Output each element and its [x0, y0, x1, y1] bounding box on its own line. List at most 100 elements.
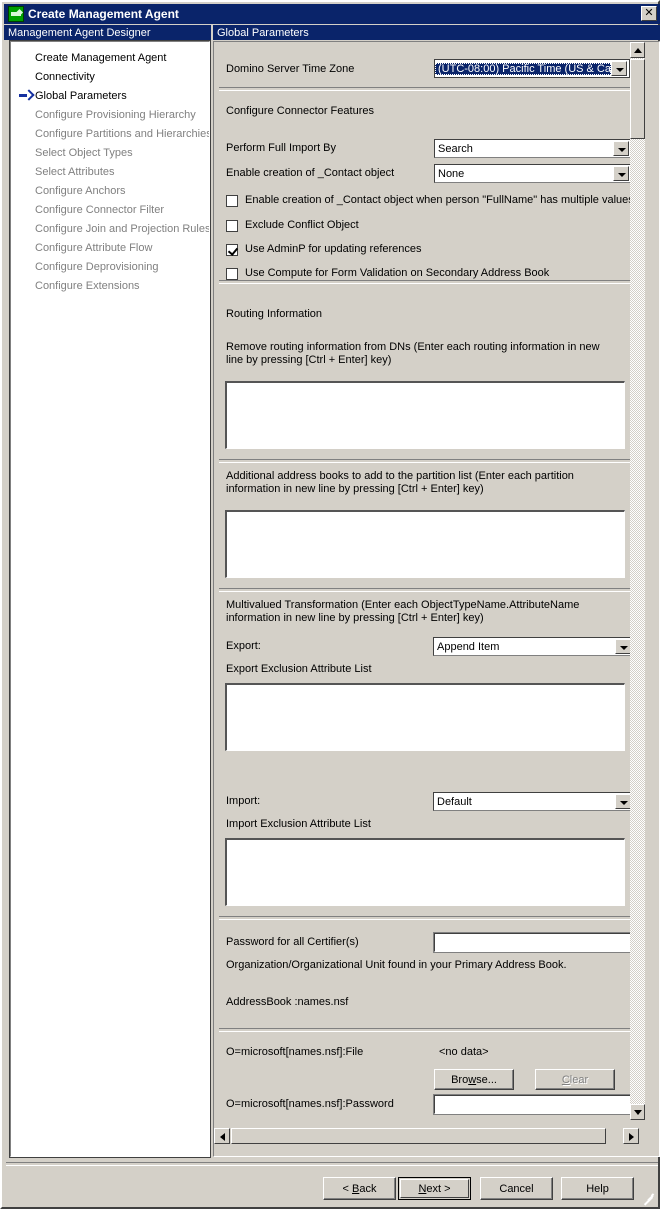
next-button[interactable]: Next > [398, 1177, 471, 1200]
title-bar: Create Management Agent ✕ [4, 4, 660, 24]
import-exclusion-textarea[interactable] [225, 838, 625, 906]
scroll-left-button[interactable] [214, 1128, 230, 1144]
export-value: Append Item [437, 640, 500, 653]
sidebar-item-label: Select Attributes [35, 165, 115, 178]
sidebar-item-label: Configure Connector Filter [35, 203, 165, 216]
sidebar-item-configure-connector-filter: Configure Connector Filter [11, 200, 209, 219]
addressbook-line: AddressBook :names.nsf [226, 996, 349, 1008]
certifier-password-input[interactable] [433, 932, 633, 953]
certifier-file-password-input[interactable] [433, 1094, 633, 1115]
chevron-down-icon[interactable] [615, 794, 631, 809]
sidebar-item-label: Select Object Types [35, 146, 133, 159]
right-pane-header: Global Parameters [213, 25, 660, 40]
divider [219, 459, 633, 463]
current-step-arrow-icon [19, 90, 35, 101]
sidebar-item-configure-partitions-and-hierarchies: Configure Partitions and Hierarchies [11, 124, 209, 143]
sidebar-item-configure-provisioning-hierarchy: Configure Provisioning Hierarchy [11, 105, 209, 124]
button-label: Help [586, 1182, 609, 1195]
checkbox-unchecked-icon[interactable] [226, 268, 238, 280]
checkbox-row[interactable]: Enable creation of _Contact object when … [226, 194, 634, 207]
sidebar-item-configure-anchors: Configure Anchors [11, 181, 209, 200]
sidebar-item-label: Configure Partitions and Hierarchies [35, 127, 210, 140]
sidebar-item-configure-extensions: Configure Extensions [11, 276, 209, 295]
divider [219, 87, 633, 91]
checkbox-row[interactable]: Use Compute for Form Validation on Secon… [226, 267, 549, 280]
additional-books-textarea[interactable] [225, 510, 625, 578]
scroll-right-button[interactable] [623, 1128, 639, 1144]
export-exclusion-label: Export Exclusion Attribute List [226, 663, 372, 675]
checkbox-unchecked-icon[interactable] [226, 220, 238, 232]
close-icon[interactable]: ✕ [641, 6, 657, 21]
button-label: Next > [418, 1182, 451, 1195]
sidebar-item-label: Connectivity [35, 70, 95, 83]
chevron-down-icon[interactable] [613, 141, 629, 156]
export-label: Export: [226, 640, 261, 652]
footer-divider [6, 1162, 658, 1166]
import-label: Import: [226, 795, 261, 807]
checkbox-checked-icon[interactable] [226, 244, 238, 256]
dialog-window: Create Management Agent ✕ Management Age… [0, 0, 660, 1209]
sidebar-item-select-attributes: Select Attributes [11, 162, 209, 181]
certifier-file-label: O=microsoft[names.nsf]:File [226, 1046, 364, 1058]
sidebar-item-label: Configure Extensions [35, 279, 140, 292]
chevron-down-icon[interactable] [615, 639, 631, 654]
default-button-inner: Next > [400, 1179, 469, 1198]
import-combo[interactable]: Default [433, 792, 634, 811]
chevron-down-icon[interactable] [613, 166, 629, 181]
hscroll-thumb[interactable] [231, 1128, 606, 1144]
divider [219, 280, 633, 284]
scroll-up-button[interactable] [630, 42, 645, 58]
sidebar-item-label: Configure Deprovisioning [35, 260, 159, 273]
certifier-file-value: <no data> [439, 1046, 489, 1058]
vscroll-track[interactable] [630, 58, 645, 1120]
sidebar-item-label: Create Management Agent [35, 51, 167, 64]
triangle-left-icon [220, 1133, 225, 1141]
remove-routing-textarea[interactable] [225, 381, 625, 449]
checkbox-row[interactable]: Use AdminP for updating references [226, 243, 422, 256]
window-title: Create Management Agent [28, 7, 179, 21]
help-button[interactable]: Help [561, 1177, 634, 1200]
timezone-value: (UTC-08:00) Pacific Time (US & Canada) [435, 62, 611, 75]
triangle-down-icon [634, 1110, 642, 1115]
timezone-combo[interactable]: (UTC-08:00) Pacific Time (US & Canada) [434, 59, 630, 78]
sidebar-item-select-object-types: Select Object Types [11, 143, 209, 162]
resize-grip[interactable] [642, 1191, 655, 1206]
divider [219, 916, 633, 920]
wizard-step-list: Create Management Agent Connectivity Globa… [9, 40, 211, 1158]
contact-object-label: Enable creation of _Contact object [226, 167, 395, 179]
checkbox-row[interactable]: Exclude Conflict Object [226, 219, 359, 232]
checkbox-label: Exclude Conflict Object [245, 219, 359, 231]
chevron-down-icon[interactable] [611, 61, 627, 76]
sidebar-item-label: Configure Anchors [35, 184, 126, 197]
sidebar-item-global-parameters[interactable]: Global Parameters [11, 86, 209, 105]
sidebar-item-label: Configure Provisioning Hierarchy [35, 108, 196, 121]
export-exclusion-textarea[interactable] [225, 683, 625, 751]
clear-button[interactable]: Clear [535, 1069, 615, 1090]
sidebar-item-configure-attribute-flow: Configure Attribute Flow [11, 238, 209, 257]
export-combo[interactable]: Append Item [433, 637, 634, 656]
vscroll-thumb[interactable] [630, 59, 645, 139]
org-note: Organization/Organizational Unit found i… [226, 959, 567, 971]
checkbox-label: Enable creation of _Contact object when … [245, 194, 634, 206]
sidebar-item-connectivity[interactable]: Connectivity [11, 67, 209, 86]
full-import-combo[interactable]: Search [434, 139, 632, 158]
additional-books-label: Additional address books to add to the p… [226, 470, 574, 495]
scroll-down-button[interactable] [630, 1104, 645, 1120]
triangle-up-icon [634, 48, 642, 53]
back-button[interactable]: < Back [323, 1177, 396, 1200]
browse-button[interactable]: Browse... [434, 1069, 514, 1090]
contact-object-combo[interactable]: None [434, 164, 632, 183]
remove-routing-label: Remove routing information from DNs (Ent… [226, 341, 600, 366]
horizontal-scrollbar[interactable] [214, 1128, 644, 1144]
connector-features-heading: Configure Connector Features [226, 105, 374, 117]
sidebar-item-create-management-agent[interactable]: Create Management Agent [11, 48, 209, 67]
contact-object-value: None [438, 167, 465, 180]
left-pane-header: Management Agent Designer [4, 25, 211, 40]
vertical-scrollbar[interactable] [630, 42, 645, 1120]
certifier-password-label: Password for all Certifier(s) [226, 936, 359, 948]
cancel-button[interactable]: Cancel [480, 1177, 553, 1200]
button-label: Cancel [499, 1182, 534, 1195]
multivalued-heading: Multivalued Transformation (Enter each O… [226, 599, 580, 624]
checkbox-unchecked-icon[interactable] [226, 195, 238, 207]
sidebar-item-label: Global Parameters [35, 89, 127, 102]
